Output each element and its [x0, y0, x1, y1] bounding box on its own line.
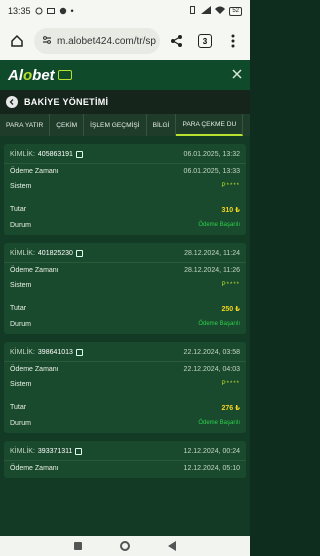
transaction-card: KİMLİK: 393371311 12.12.2024, 00:24 Ödeme…	[4, 441, 246, 478]
page-title: BAKİYE YÖNETİMİ	[24, 97, 109, 107]
tab-history[interactable]: İŞLEM GEÇMİŞİ	[84, 114, 147, 136]
transaction-id: 401825230	[37, 250, 73, 257]
site-settings-icon[interactable]	[42, 35, 52, 48]
amount-row: Tutar 310 ₺	[10, 206, 240, 214]
transaction-date: 22.12.2024, 03:58	[183, 349, 240, 356]
url-text: m.alobet424.com/tr/sp	[57, 35, 156, 47]
payment-time-row: Ödeme Zamanı 22.12.2024, 04:03	[10, 366, 240, 373]
tab-withdraw-status[interactable]: PARA ÇEKME DU	[176, 114, 244, 136]
status-badge: Ödeme Başarılı	[198, 321, 240, 327]
transaction-card: KİMLİK: 401825230 28.12.2024, 11:24 Ödeme…	[4, 243, 246, 334]
vibrate-icon	[188, 6, 197, 16]
tab-deposit[interactable]: PARA YATIR	[0, 114, 51, 136]
copy-icon[interactable]	[75, 250, 83, 257]
system-row: Sistem P****	[10, 381, 240, 388]
card-header: KİMLİK: 398641013 22.12.2024, 03:58	[4, 346, 246, 362]
tv-icon	[57, 70, 72, 80]
status-right: 52	[188, 6, 242, 16]
home-nav-button[interactable]	[120, 541, 130, 551]
browser-menu-button[interactable]	[222, 30, 244, 52]
alert-icon	[59, 7, 67, 15]
card-header: KİMLİK: 401825230 28.12.2024, 11:24	[4, 247, 246, 263]
transaction-id: 405863191	[37, 151, 73, 158]
tab-withdraw[interactable]: ÇEKİM	[50, 114, 85, 136]
payment-time-row: Ödeme Zamanı 28.12.2024, 11:26	[10, 267, 240, 274]
transaction-list[interactable]: KİMLİK: 405863191 06.01.2025, 13:32 Ödeme…	[0, 136, 250, 536]
amount-row: Tutar 250 ₺	[10, 305, 240, 313]
card-header: KİMLİK: 393371311 12.12.2024, 00:24	[4, 445, 246, 461]
share-icon	[171, 35, 182, 47]
back-button[interactable]	[6, 96, 18, 108]
tabs-button[interactable]: 3	[194, 30, 216, 52]
transaction-id: 398641013	[37, 349, 73, 356]
status-bar: 13:35 • 52	[0, 0, 250, 22]
transaction-card: KİMLİK: 398641013 22.12.2024, 03:58 Ödeme…	[4, 342, 246, 433]
more-dots-icon: •	[70, 6, 74, 16]
status-badge: Ödeme Başarılı	[198, 222, 240, 228]
system-nav-bar	[0, 536, 250, 556]
battery-icon: 52	[229, 6, 242, 16]
notification-icon	[35, 7, 43, 15]
app-header: Alobet	[0, 60, 250, 90]
card-header: KİMLİK: 405863191 06.01.2025, 13:32	[4, 148, 246, 164]
transaction-id: 393371311	[37, 448, 73, 455]
alobet-logo[interactable]: Alobet	[8, 67, 72, 84]
status-badge: Ödeme Başarılı	[198, 420, 240, 426]
status-left: 13:35 •	[8, 6, 74, 16]
copy-icon[interactable]	[75, 448, 83, 455]
transaction-date: 06.01.2025, 13:32	[183, 151, 240, 158]
tab-count: 3	[198, 34, 212, 48]
system-row: Sistem P****	[10, 183, 240, 190]
copy-icon[interactable]	[75, 349, 83, 356]
transaction-card: KİMLİK: 405863191 06.01.2025, 13:32 Ödeme…	[4, 144, 246, 235]
close-icon	[232, 69, 242, 79]
amount-row: Tutar 276 ₺	[10, 404, 240, 412]
tab-bar: PARA YATIR ÇEKİM İŞLEM GEÇMİŞİ BİLGİ PAR…	[0, 114, 250, 136]
more-vert-icon	[231, 34, 235, 48]
status-row: Durum Ödeme Başarılı	[10, 321, 240, 328]
wifi-icon	[215, 6, 226, 16]
signal-icon	[201, 6, 212, 16]
status-row: Durum Ödeme Başarılı	[10, 222, 240, 229]
share-button[interactable]	[166, 30, 188, 52]
back-nav-button[interactable]	[168, 541, 176, 551]
home-icon	[11, 34, 23, 47]
mail-icon	[46, 7, 55, 15]
section-header: BAKİYE YÖNETİMİ	[0, 90, 250, 114]
browser-bar: m.alobet424.com/tr/sp 3	[0, 22, 250, 60]
clock: 13:35	[8, 6, 31, 16]
close-button[interactable]	[232, 66, 242, 84]
payment-time-row: Ödeme Zamanı 12.12.2024, 05:10	[10, 465, 240, 472]
chevron-left-icon	[9, 99, 14, 105]
payment-time-row: Ödeme Zamanı 06.01.2025, 13:33	[10, 168, 240, 175]
address-bar[interactable]: m.alobet424.com/tr/sp	[34, 28, 160, 54]
copy-icon[interactable]	[75, 151, 83, 158]
transaction-date: 12.12.2024, 00:24	[183, 448, 240, 455]
status-row: Durum Ödeme Başarılı	[10, 420, 240, 427]
logo-text: Alobet	[8, 66, 55, 84]
transaction-date: 28.12.2024, 11:24	[184, 250, 240, 257]
system-row: Sistem P****	[10, 282, 240, 289]
recents-button[interactable]	[74, 542, 82, 550]
home-button[interactable]	[6, 30, 28, 52]
tab-info[interactable]: BİLGİ	[147, 114, 177, 136]
